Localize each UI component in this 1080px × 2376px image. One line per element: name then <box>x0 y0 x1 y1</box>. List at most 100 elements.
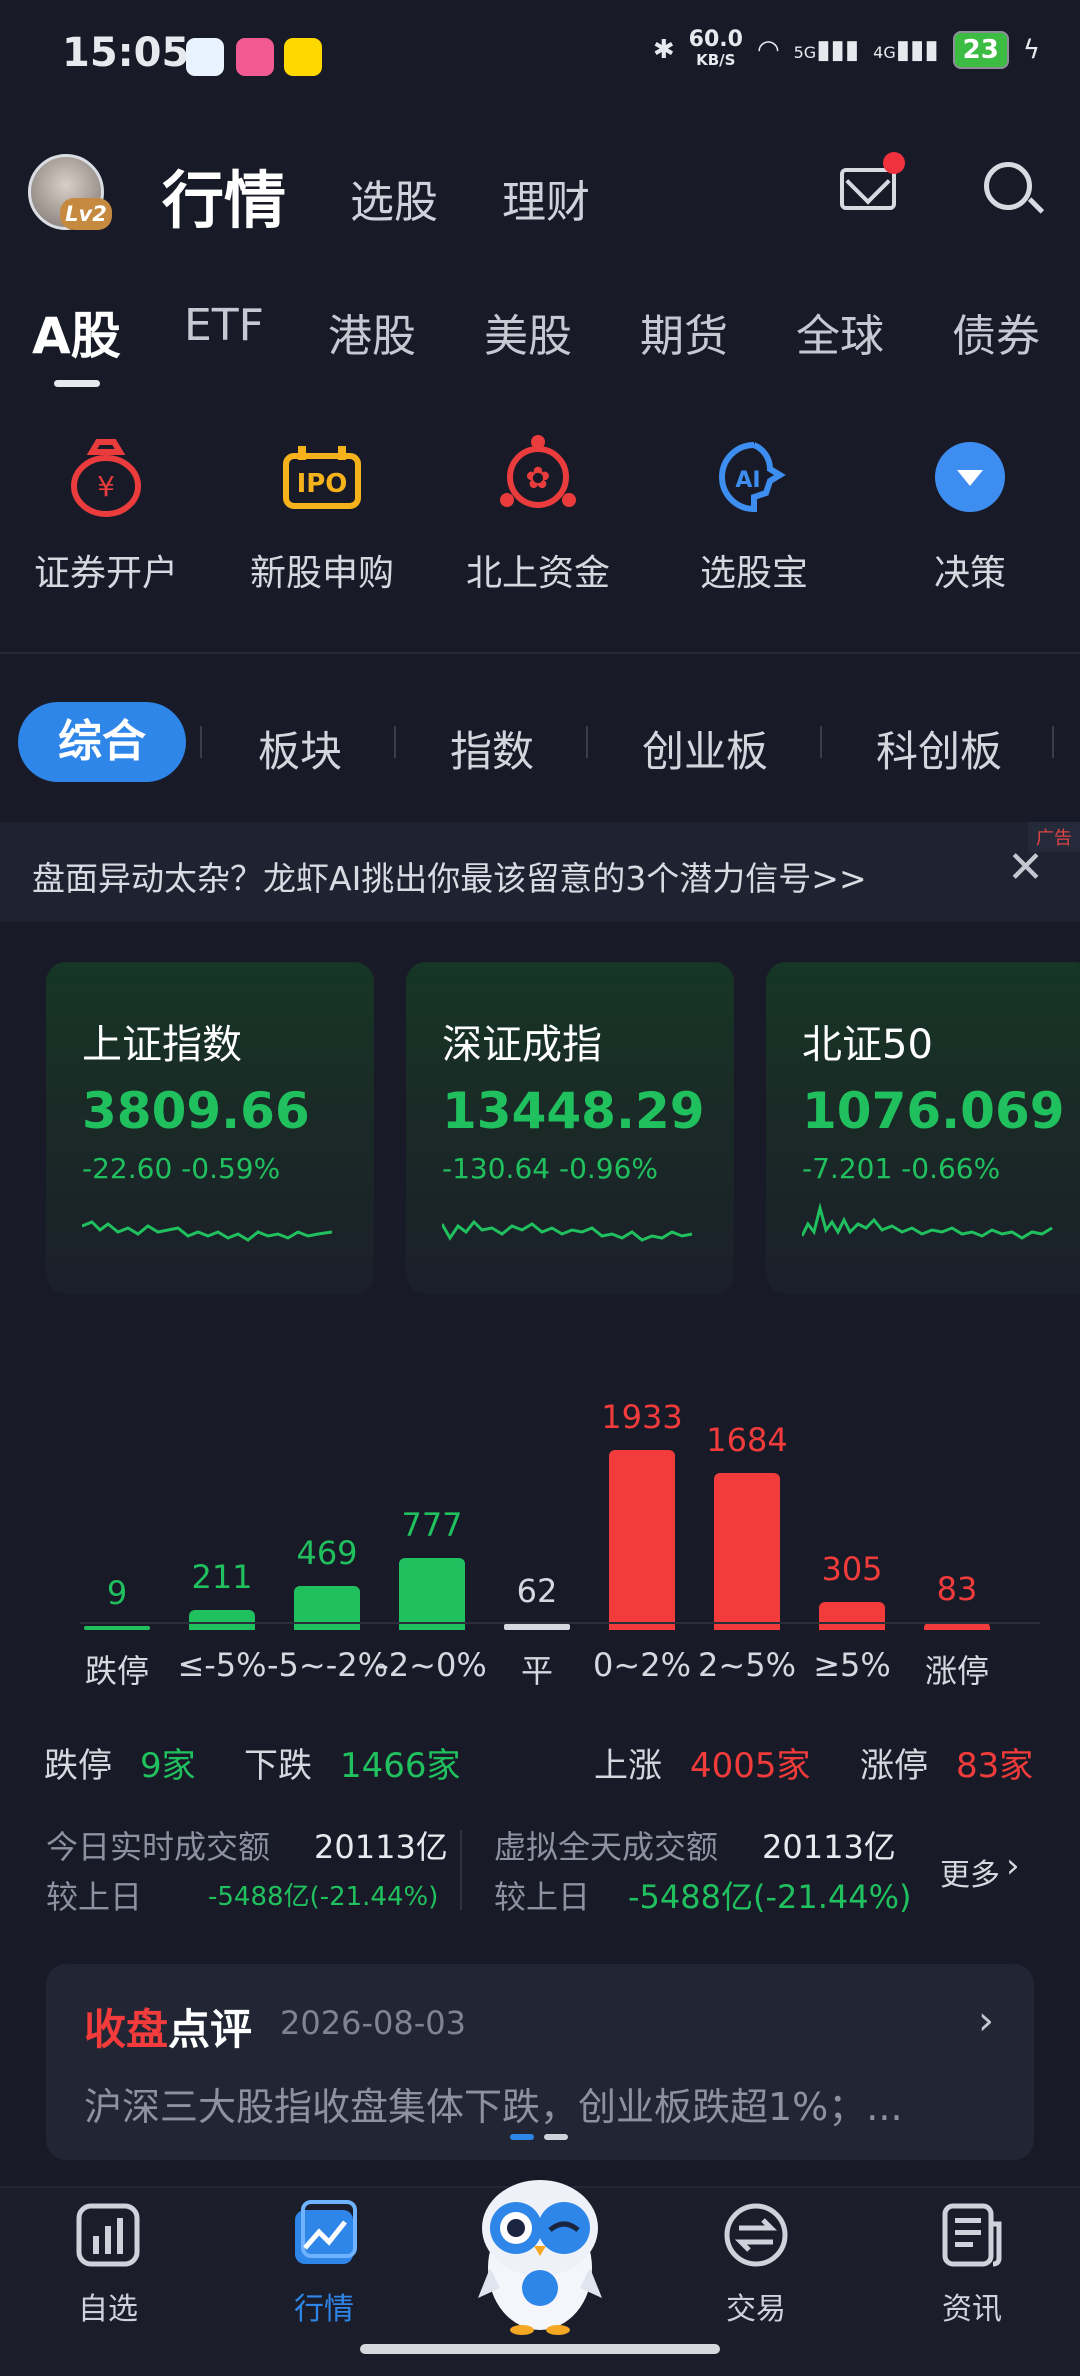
prev-label: 较上日 <box>46 1878 143 1916</box>
bar-category-label: 涨停 <box>924 1652 989 1690</box>
wifi-icon: ◠ <box>756 35 780 65</box>
bar-category-label: 跌停 <box>84 1652 149 1690</box>
ad-text[interactable]: 盘面异动太杂？龙虾AI挑出你最该留意的3个潜力信号>> <box>32 852 867 900</box>
tab-us[interactable]: 美股 <box>484 300 572 364</box>
chart-baseline <box>80 1622 1040 1624</box>
tab-news[interactable]: 资讯 <box>902 2200 1042 2328</box>
segment-sectors[interactable]: 板块 <box>258 718 342 779</box>
signal-icon-5g: 5G▮▮▮ <box>793 35 860 65</box>
status-time: 15:05 <box>62 30 190 76</box>
tab-global[interactable]: 全球 <box>796 300 884 364</box>
ad-banner[interactable]: 盘面异动太杂？龙虾AI挑出你最该留意的3个潜力信号>> 广告 ✕ <box>0 822 1080 922</box>
quick-decision[interactable]: 决策 <box>880 432 1060 596</box>
quick-northbound[interactable]: ✿ 北上资金 <box>448 432 628 596</box>
down-count: 1466家 <box>340 1746 461 1786</box>
prev-change: -5488亿(-21.44%) <box>208 1882 439 1912</box>
app-notification-icon <box>236 38 274 76</box>
index-card-szse[interactable]: 深证成指 13448.29 -130.64 -0.96% <box>406 962 734 1294</box>
tab-etf[interactable]: ETF <box>184 300 264 351</box>
nav-stock-picker[interactable]: 选股 <box>350 166 438 230</box>
index-name: 深证成指 <box>442 1022 602 1068</box>
news-icon <box>942 2203 1002 2267</box>
today-turnover-label: 今日实时成交额 <box>46 1828 271 1866</box>
index-sparkline <box>802 1202 1053 1240</box>
search-icon[interactable] <box>984 162 1032 210</box>
svg-text:¥: ¥ <box>97 470 115 503</box>
virtual-turnover: 20113亿 <box>762 1828 896 1866</box>
tab-label: 交易 <box>726 2292 786 2327</box>
bar-value-label: 62 <box>516 1572 558 1610</box>
bar-value-label: 83 <box>936 1570 978 1608</box>
tab-futures[interactable]: 期货 <box>640 300 728 364</box>
bar-value-label: 305 <box>821 1550 883 1588</box>
index-sparkline <box>442 1219 693 1242</box>
index-card-bse50[interactable]: 北证50 1076.069 -7.201 -0.66% <box>766 962 1080 1294</box>
signal-icon-4g: 4G▮▮▮ <box>873 35 939 65</box>
exchange-icon <box>724 2203 788 2267</box>
svg-text:AI: AI <box>735 468 760 493</box>
bag-yen-icon: ¥ <box>61 432 151 522</box>
trend-chart-icon <box>295 2200 357 2264</box>
divider <box>1052 726 1054 758</box>
index-value: 13448.29 <box>442 1082 705 1140</box>
updown-stats: 跌停 9家 下跌 1466家 上涨 4005家 涨停 83家 <box>0 1738 1080 1788</box>
segment-star[interactable]: 科创板 <box>876 718 1002 779</box>
divider <box>586 726 588 758</box>
virtual-turnover-label: 虚拟全天成交额 <box>494 1828 719 1866</box>
tab-label: 资讯 <box>942 2292 1002 2327</box>
index-name: 上证指数 <box>82 1022 242 1068</box>
segment-bar: 综合 板块 指数 创业板 科创板 <box>0 702 1080 782</box>
bar-value-label: 1933 <box>601 1398 683 1436</box>
mail-icon[interactable] <box>840 168 896 210</box>
svg-text:✿: ✿ <box>525 461 550 496</box>
bluetooth-icon: ✱ <box>652 35 675 65</box>
bar-value-label: 9 <box>106 1574 128 1612</box>
bar-category-label: 2~5% <box>698 1646 796 1684</box>
pager-dot <box>544 2134 568 2140</box>
segment-overview[interactable]: 综合 <box>18 702 186 782</box>
tab-a-share[interactable]: A股 <box>32 296 121 368</box>
app-notification-icon <box>284 38 322 76</box>
divider <box>460 1830 462 1910</box>
distribution-chart: 9 211 469 777 62 1933 1684 305 83 <box>0 1370 1080 1630</box>
tab-trade[interactable]: 交易 <box>686 2200 826 2328</box>
divider <box>0 652 1080 654</box>
chevron-right-icon[interactable]: › <box>1006 1846 1020 1886</box>
bar-0 <box>84 1626 150 1630</box>
bar-category-label: -5~-2% <box>267 1646 389 1684</box>
index-value: 3809.66 <box>82 1082 310 1140</box>
status-right: ✱ 60.0 KB/S ◠ 5G▮▮▮ 4G▮▮▮ 23 ϟ <box>652 29 1040 70</box>
index-sparkline <box>82 1220 333 1242</box>
chevron-right-icon[interactable]: › <box>978 1998 994 2044</box>
battery-icon: 23 <box>952 31 1009 69</box>
index-name: 北证50 <box>802 1022 933 1068</box>
tab-watchlist[interactable]: 自选 <box>38 2200 178 2328</box>
tab-hk[interactable]: 港股 <box>328 300 416 364</box>
tab-label: 行情 <box>294 2292 354 2327</box>
turnover-panel: 今日实时成交额 20113亿 较上日 -5488亿(-21.44%) 虚拟全天成… <box>0 1822 1080 1932</box>
vprev-change: -5488亿(-21.44%) <box>628 1878 912 1916</box>
tab-bonds[interactable]: 债券 <box>952 300 1040 364</box>
segment-indices[interactable]: 指数 <box>450 718 534 779</box>
review-text: 沪深三大股指收盘集体下跌，创业板跌超1%；... <box>84 2085 903 2129</box>
up-count: 4005家 <box>690 1746 811 1786</box>
quick-stock-picker[interactable]: AI 选股宝 <box>664 432 844 596</box>
more-link[interactable]: 更多 <box>940 1850 1000 1894</box>
close-icon[interactable]: ✕ <box>1007 842 1044 893</box>
tab-indicator <box>54 380 100 387</box>
chevron-circle-icon <box>925 432 1015 522</box>
bar-value-label: 469 <box>296 1534 358 1572</box>
tab-market[interactable]: 行情 <box>254 2200 394 2328</box>
bar-category-label: 平 <box>520 1652 553 1690</box>
quick-label: 决策 <box>933 553 1006 594</box>
nav-wealth[interactable]: 理财 <box>502 166 590 230</box>
quick-open-account[interactable]: ¥ 证券开户 <box>16 432 196 596</box>
segment-chinext[interactable]: 创业板 <box>642 718 768 779</box>
quick-ipo[interactable]: IPO 新股申购 <box>232 432 412 596</box>
nav-market[interactable]: 行情 <box>162 150 286 240</box>
index-card-sse[interactable]: 上证指数 3809.66 -22.60 -0.59% <box>46 962 374 1294</box>
closing-review-card[interactable]: 收盘点评 2026-08-03 › 沪深三大股指收盘集体下跌，创业板跌超1%；.… <box>46 1964 1034 2160</box>
app-notification-icon <box>186 38 224 76</box>
owl-mascot-icon[interactable] <box>470 2158 610 2338</box>
up-label: 上涨 <box>594 1746 662 1786</box>
